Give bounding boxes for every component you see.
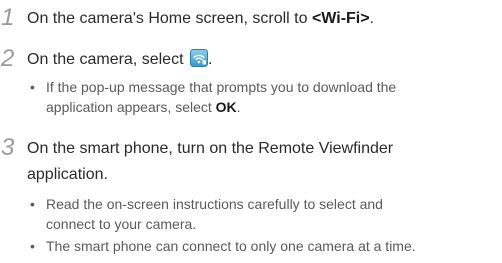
list-item: • Read the on-screen instructions careful… (30, 194, 383, 234)
bullet-text-continued: connect to your camera. (46, 216, 197, 232)
list-item: • The smart phone can connect to only one… (30, 236, 416, 256)
step-text-part: On the camera, select (27, 51, 188, 68)
step-number: 3 (1, 134, 15, 161)
remote-viewfinder-wifi-icon (189, 49, 208, 67)
bullet-text-part: application appears, select (46, 99, 216, 115)
menu-label-wifi: <Wi-Fi> (311, 10, 370, 27)
step-text-part: . (369, 10, 375, 27)
step-text-line: application. (27, 166, 108, 183)
bullet-text-part: . (236, 99, 241, 115)
step-text-part: . (207, 51, 213, 68)
bullet-text: If the pop-up message that prompts you t… (46, 79, 397, 95)
step-text-part: On the camera's Home screen, scroll to (27, 10, 312, 27)
step-text: On the camera's Home screen, scroll to <… (27, 8, 374, 30)
list-item: • If the pop-up message that prompts you … (30, 77, 396, 117)
bullet-text: Read the on-screen instructions carefull… (46, 196, 383, 212)
step-text-line: On the smart phone, turn on the Remote V… (27, 140, 394, 157)
step-text: On the smart phone, turn on the Remote V… (27, 138, 393, 186)
step-number: 2 (1, 45, 15, 72)
step-number: 1 (1, 4, 15, 31)
ok-label: OK (215, 99, 237, 115)
bullet-dot: • (30, 196, 35, 212)
bullet-dot: • (30, 238, 35, 254)
bullet-text-continued: application appears, select OK. (30, 97, 396, 117)
bullet-text: The smart phone can connect to only one … (46, 238, 416, 254)
step-text: On the camera, select . (27, 49, 212, 71)
bullet-dot: • (30, 79, 35, 95)
